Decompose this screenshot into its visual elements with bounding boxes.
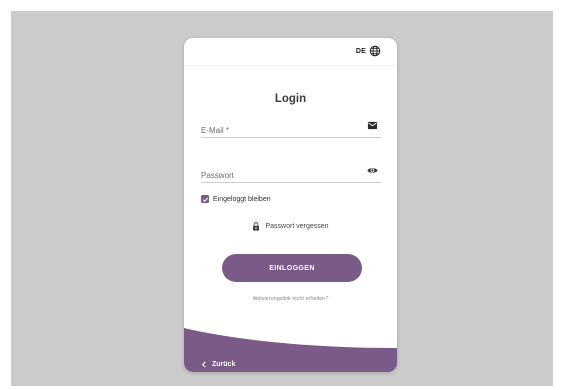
password-field-wrapper — [201, 162, 381, 183]
page-background: DE Login E-Mail * Eingeloggt bleiben Pas… — [11, 11, 553, 386]
login-button[interactable]: EINLOGGEN — [222, 254, 362, 282]
eye-icon[interactable] — [367, 165, 378, 176]
back-button[interactable]: Zurück — [201, 361, 235, 368]
remember-me-checkbox[interactable]: Eingeloggt bleiben — [201, 195, 271, 203]
email-field-wrapper — [201, 117, 381, 138]
email-field[interactable] — [201, 126, 351, 135]
globe-icon — [369, 45, 381, 57]
remember-me-label: Eingeloggt bleiben — [213, 195, 271, 203]
forgot-password-label: Passwort vergessen — [265, 223, 329, 230]
password-field[interactable] — [201, 171, 351, 180]
login-card: DE Login E-Mail * Eingeloggt bleiben Pas… — [184, 38, 397, 372]
lock-icon — [253, 222, 260, 231]
checkmark-icon — [202, 197, 208, 202]
language-code: DE — [355, 47, 366, 55]
forgot-password-link[interactable]: Passwort vergessen — [184, 222, 397, 231]
chevron-left-icon — [201, 361, 206, 368]
page-title: Login — [274, 93, 307, 105]
activation-link[interactable]: Aktivierungslink nicht erhalten? — [184, 296, 397, 302]
language-switcher[interactable]: DE — [356, 43, 381, 59]
card-header: DE — [184, 38, 397, 66]
back-label: Zurück — [212, 361, 236, 368]
envelope-icon — [367, 121, 378, 130]
checkbox-checked[interactable] — [201, 195, 209, 203]
